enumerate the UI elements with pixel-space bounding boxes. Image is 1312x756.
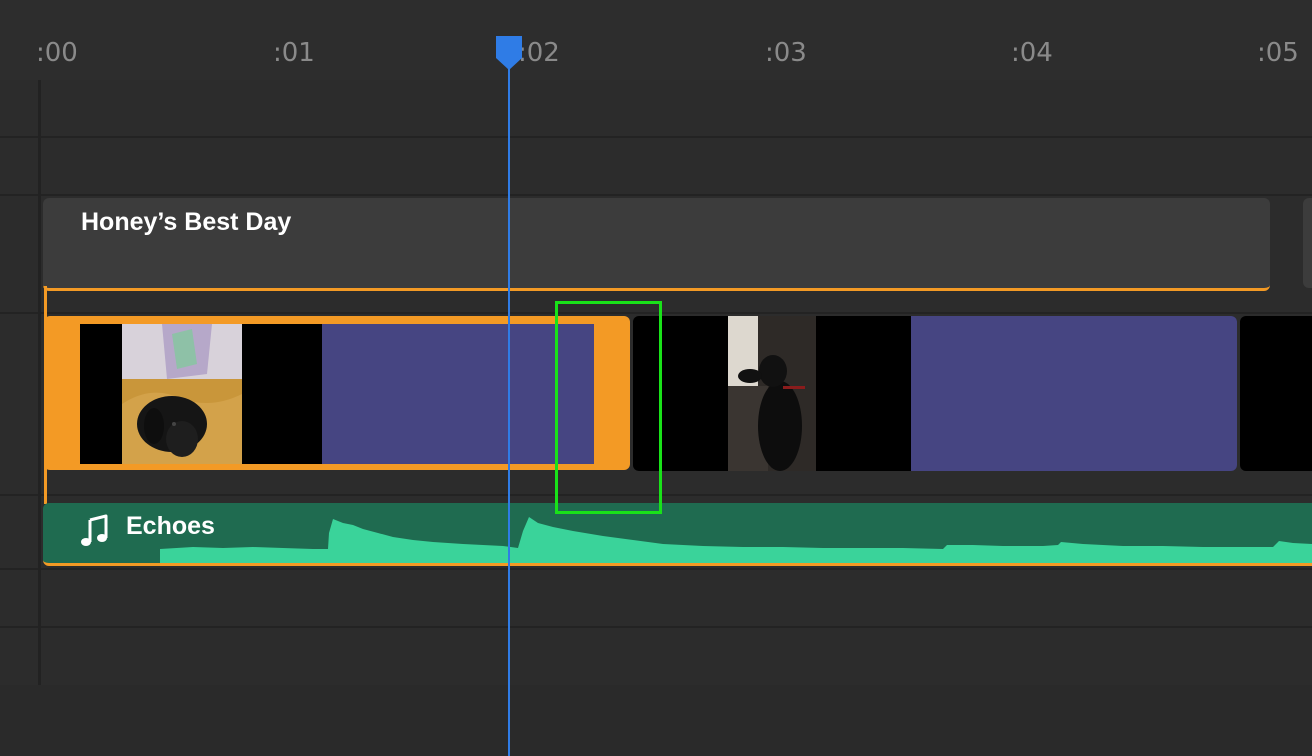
playhead-handle-icon[interactable] <box>494 34 524 72</box>
video-clip-2[interactable] <box>633 316 1237 471</box>
next-title-clip[interactable] <box>1303 198 1312 288</box>
video-clip-1-selected[interactable] <box>44 316 630 470</box>
ruler-tick: :00 <box>36 38 78 68</box>
video-clip-3[interactable] <box>1240 316 1312 471</box>
ruler-tick: :05 <box>1257 38 1299 68</box>
ruler-tick: :04 <box>1011 38 1053 68</box>
empty-lane <box>0 570 1312 628</box>
audio-waveform <box>160 517 1312 563</box>
highlight-box <box>555 301 662 514</box>
playhead-line[interactable] <box>508 60 510 756</box>
ruler-tick: :02 <box>518 38 560 68</box>
letterbox <box>816 316 911 471</box>
empty-lane <box>0 80 1312 138</box>
audio-clip[interactable] <box>43 503 1312 566</box>
dog-thumbnail-image <box>122 324 242 464</box>
dog-thumbnail-image <box>728 316 816 471</box>
title-clip-label: Honey’s Best Day <box>81 208 292 236</box>
empty-lane <box>0 138 1312 196</box>
clip-extension <box>911 316 1237 471</box>
dog-on-bed-thumbnail <box>122 324 242 464</box>
dog-at-window-thumbnail <box>728 316 816 471</box>
ruler-tick: :01 <box>273 38 315 68</box>
letterbox <box>242 324 322 464</box>
music-note-icon <box>81 514 108 546</box>
timeline-ruler[interactable]: :00 :01 :02 :03 :04 :05 <box>0 0 1312 80</box>
timeline-bottom-area <box>0 685 1312 756</box>
clip-extension <box>322 324 594 464</box>
audio-clip-label: Echoes <box>126 512 215 540</box>
ruler-tick: :03 <box>765 38 807 68</box>
letterbox <box>80 324 122 464</box>
track-left-edge <box>38 80 41 685</box>
empty-lane <box>0 628 1312 687</box>
